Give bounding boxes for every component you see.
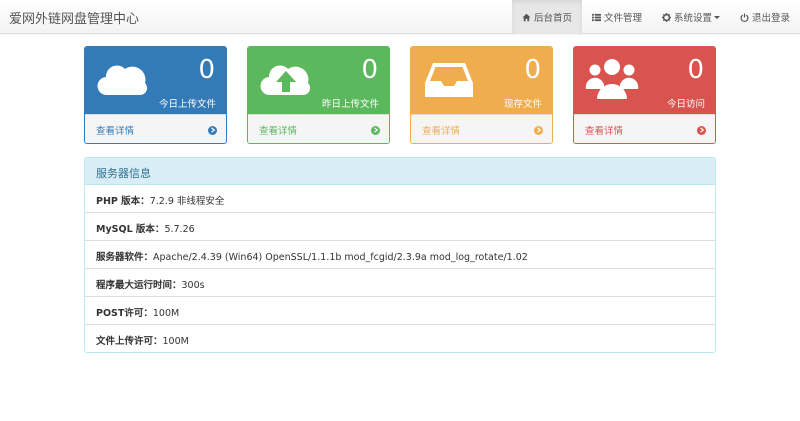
nav-label: 系统设置 (673, 13, 712, 24)
arrow-circle-right-icon (534, 125, 543, 135)
info-value: 5.7.26 (164, 224, 195, 235)
view-details-label: 查看详情 (585, 126, 624, 137)
panel-count: 0 (687, 55, 704, 85)
nav-menu: 后台首页 文件管理 系统设置 退出登录 (511, 0, 800, 34)
info-key: MySQL 版本： (96, 224, 165, 235)
panel-heading: 0 今日上传文件 (85, 47, 226, 114)
info-row-server-software: 服务器软件：Apache/2.4.39 (Win64) OpenSSL/1.1.… (85, 241, 715, 269)
inbox-icon (425, 63, 473, 97)
panel-existing-files: 0 现存文件 查看详情 (410, 46, 553, 144)
users-icon (585, 59, 639, 99)
info-row-mysql-version: MySQL 版本：5.7.26 (85, 213, 715, 241)
panel-today-visits: 0 今日访问 查看详情 (573, 46, 716, 144)
caret-down-icon (713, 15, 720, 19)
info-key: 服务器软件： (96, 252, 154, 263)
panel-label: 今日访问 (666, 99, 705, 110)
cloud-upload-icon (260, 65, 311, 96)
nav-item-file-management[interactable]: 文件管理 (582, 0, 652, 34)
panel-label: 昨日上传文件 (321, 99, 379, 110)
panel-heading: 0 昨日上传文件 (248, 47, 389, 114)
panel-yesterday-uploads: 0 昨日上传文件 查看详情 (247, 46, 390, 144)
view-details-label: 查看详情 (422, 126, 461, 137)
nav-label: 退出登录 (751, 13, 790, 24)
view-details-label: 查看详情 (259, 126, 298, 137)
view-details-label: 查看详情 (96, 126, 135, 137)
panel-label: 现存文件 (503, 99, 542, 110)
info-row-php-version: PHP 版本：7.2.9 非线程安全 (85, 185, 715, 213)
view-details-link[interactable]: 查看详情 (85, 114, 226, 143)
info-value: 7.2.9 非线程安全 (149, 196, 225, 207)
gear-icon (661, 12, 671, 22)
info-key: POST许可： (96, 308, 153, 319)
app-title[interactable]: 爱网外链网盘管理中心 (9, 8, 139, 27)
info-row-upload-max-size: 文件上传许可：100M (85, 325, 715, 352)
panel-heading: 0 今日访问 (574, 47, 715, 114)
top-navbar: 爱网外链网盘管理中心 后台首页 文件管理 系统设置 退出登录 (0, 0, 800, 34)
arrow-circle-right-icon (208, 125, 217, 135)
info-value: Apache/2.4.39 (Win64) OpenSSL/1.1.1b mod… (153, 252, 528, 263)
panel-count: 0 (524, 55, 541, 85)
view-details-link[interactable]: 查看详情 (411, 114, 552, 143)
server-info-panel: 服务器信息 PHP 版本：7.2.9 非线程安全 MySQL 版本：5.7.26… (84, 157, 716, 353)
panel-count: 0 (361, 55, 378, 85)
panel-label: 今日上传文件 (158, 99, 216, 110)
info-key: PHP 版本： (96, 196, 150, 207)
nav-item-dashboard[interactable]: 后台首页 (511, 0, 582, 34)
list-icon (591, 13, 601, 21)
info-value: 300s (181, 280, 205, 291)
panel-heading: 0 现存文件 (411, 47, 552, 114)
power-icon (740, 12, 749, 22)
arrow-circle-right-icon (697, 125, 706, 135)
panel-today-uploads: 0 今日上传文件 查看详情 (84, 46, 227, 144)
info-row-post-max-size: POST许可：100M (85, 297, 715, 325)
arrow-circle-right-icon (371, 125, 380, 135)
info-key: 程序最大运行时间： (96, 280, 182, 291)
info-value: 100M (162, 336, 189, 347)
home-icon (522, 13, 531, 21)
cloud-icon (97, 65, 148, 96)
info-value: 100M (152, 308, 180, 319)
server-info-title: 服务器信息 (85, 158, 715, 185)
nav-label: 后台首页 (533, 13, 572, 24)
view-details-link[interactable]: 查看详情 (574, 114, 715, 143)
nav-item-logout[interactable]: 退出登录 (730, 0, 800, 34)
panel-count: 0 (198, 55, 215, 85)
nav-label: 文件管理 (603, 13, 642, 24)
info-key: 文件上传许可： (96, 336, 163, 347)
nav-item-system-settings[interactable]: 系统设置 (652, 0, 730, 34)
info-row-max-execution-time: 程序最大运行时间：300s (85, 269, 715, 297)
view-details-link[interactable]: 查看详情 (248, 114, 389, 143)
